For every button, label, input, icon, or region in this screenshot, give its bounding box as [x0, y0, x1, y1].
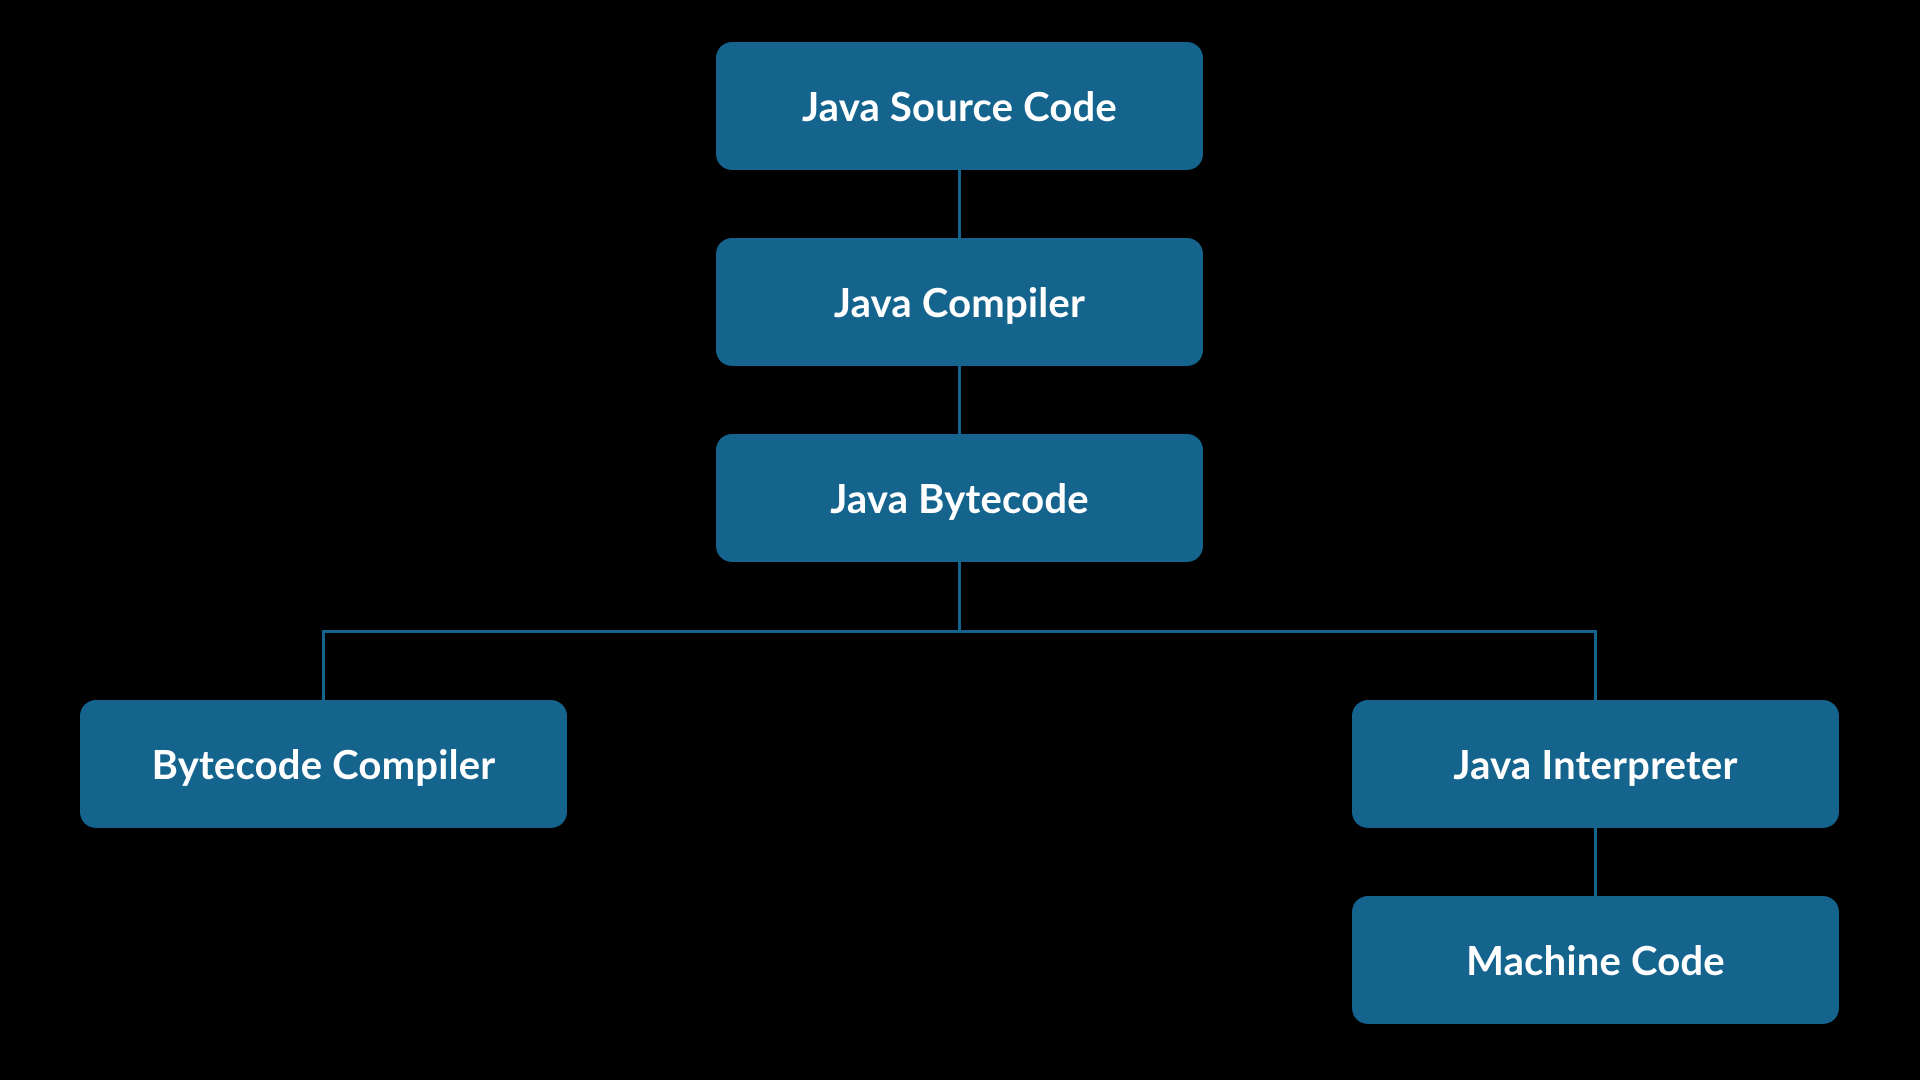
node-label: Java Source Code — [802, 82, 1117, 130]
connector-branch-bus — [322, 630, 1597, 633]
node-java-compiler: Java Compiler — [716, 238, 1203, 366]
connector-bytecode-stem — [958, 562, 961, 632]
connector-interpreter-to-machine — [1594, 828, 1597, 896]
connector-source-to-compiler — [958, 170, 961, 238]
node-java-bytecode: Java Bytecode — [716, 434, 1203, 562]
node-java-interpreter: Java Interpreter — [1352, 700, 1839, 828]
diagram-canvas: Java Source Code Java Compiler Java Byte… — [0, 0, 1920, 1080]
node-label: Bytecode Compiler — [152, 740, 496, 788]
node-bytecode-compiler: Bytecode Compiler — [80, 700, 567, 828]
node-label: Java Bytecode — [830, 474, 1089, 522]
node-label: Machine Code — [1466, 936, 1725, 984]
node-java-source-code: Java Source Code — [716, 42, 1203, 170]
connector-branch-right-drop — [1594, 630, 1597, 700]
node-label: Java Compiler — [834, 278, 1085, 326]
node-label: Java Interpreter — [1453, 740, 1737, 788]
connector-branch-left-drop — [322, 630, 325, 700]
node-machine-code: Machine Code — [1352, 896, 1839, 1024]
connector-compiler-to-bytecode — [958, 366, 961, 434]
